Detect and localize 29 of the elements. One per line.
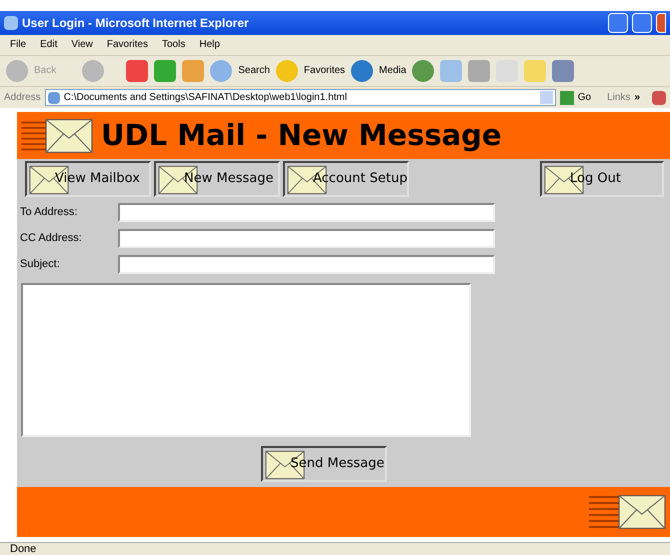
envelope-icon [618,494,666,530]
menu-item[interactable]: Help [199,37,220,52]
text-field[interactable] [118,203,495,222]
more-links[interactable]: » [634,90,640,106]
go-button[interactable]: Go [578,90,592,106]
menu-item[interactable]: File [10,37,26,52]
menu-item[interactable]: Favorites [106,37,148,52]
menu-item[interactable]: View [71,37,93,52]
close-button[interactable] [656,12,666,33]
minimize-button[interactable] [608,12,628,33]
media-button[interactable]: Media [379,63,406,78]
window-title: User Login - Microsoft Internet Explorer [22,14,250,32]
favorites-button[interactable]: Favorites [304,63,346,78]
text-field[interactable] [118,255,495,274]
message-body-field[interactable] [21,283,471,438]
text-field[interactable] [118,229,495,248]
menu-item[interactable]: Tools [162,37,186,52]
status-text: Done [9,543,38,555]
page-heading: UDL Mail - New Message [101,116,502,154]
links-label[interactable]: Links [607,90,630,106]
address-label: Address [4,91,41,106]
maximize-button[interactable] [632,12,652,33]
envelope-icon [45,118,93,154]
field-label: CC Address: [20,231,83,246]
field-label: Subject: [20,257,61,272]
address-field[interactable]: C:\Documents and Settings\SAFINAT\Desktop\web1\login1.html [44,89,556,106]
field-label: To Address: [20,205,78,220]
menu-item[interactable]: Edit [40,37,58,52]
search-button[interactable]: Search [238,63,270,78]
